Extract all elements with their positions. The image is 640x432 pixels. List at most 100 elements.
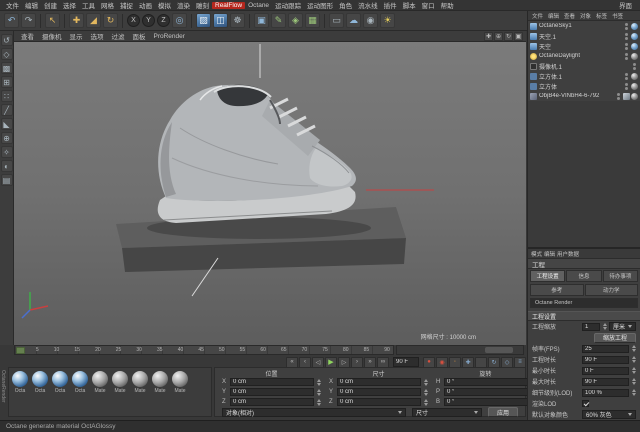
scale-project-button[interactable]: 缩放工程 <box>593 332 636 343</box>
menubar-item[interactable]: 脚本 <box>400 0 419 10</box>
tab-project-settings[interactable]: 工程设置 <box>530 270 566 282</box>
camera-icon[interactable]: ◉ <box>363 13 378 28</box>
visibility-dots[interactable] <box>625 22 628 30</box>
object-row[interactable]: 天空.1 <box>528 31 640 41</box>
project-scale-field[interactable] <box>582 322 600 331</box>
rotation-p-field[interactable] <box>444 388 528 396</box>
timeline-zoom-handle[interactable] <box>485 347 514 353</box>
tab-edit[interactable]: 编辑 <box>544 250 555 258</box>
goto-start-button[interactable]: « <box>286 356 298 368</box>
lod-field[interactable] <box>582 388 629 397</box>
menubar-item[interactable]: 插件 <box>381 0 400 10</box>
make-editable-icon[interactable]: ↺ <box>0 34 13 46</box>
record-parameter-toggle[interactable]: ◇ <box>501 356 513 368</box>
zoom-view-icon[interactable]: ⊕ <box>494 31 503 41</box>
object-manager-empty-area[interactable] <box>528 101 640 247</box>
menubar-item[interactable]: 模拟 <box>155 0 174 10</box>
material-item[interactable]: Octa <box>31 371 49 394</box>
keyframe-selection-button[interactable]: ◦ <box>449 356 461 368</box>
light-icon[interactable]: ☀ <box>380 13 395 28</box>
object-manager-menu-item[interactable]: 编辑 <box>546 12 561 20</box>
enable-axis-icon[interactable]: ⊕ <box>0 132 13 144</box>
material-item[interactable]: Octa <box>11 371 29 394</box>
tab-octane-render[interactable]: Octane Render <box>530 298 638 308</box>
object-manager-menu-item[interactable]: 文件 <box>530 12 545 20</box>
rotation-h-field[interactable] <box>444 378 528 386</box>
goto-end-button[interactable]: » <box>364 356 376 368</box>
tab-info[interactable]: 信息 <box>566 270 602 282</box>
menubar-item[interactable]: 窗口 <box>419 0 438 10</box>
visibility-dots[interactable] <box>625 72 628 80</box>
octane-tag-icon[interactable] <box>631 52 638 60</box>
menubar-item[interactable]: 网格 <box>98 0 117 10</box>
toggle-view-icon[interactable]: ▣ <box>514 31 523 41</box>
render-region-icon[interactable]: ◫ <box>213 13 228 28</box>
spinner-icon[interactable] <box>631 389 636 397</box>
texture-mode-icon[interactable]: ▩ <box>0 62 13 74</box>
undo-icon[interactable]: ↶ <box>4 13 19 28</box>
spinner-icon[interactable] <box>631 367 636 375</box>
tab-mode[interactable]: 模式 <box>531 250 542 258</box>
viewport-menu-item[interactable]: 过滤 <box>108 31 129 41</box>
menubar-item[interactable]: 运动图形 <box>304 0 336 10</box>
default-object-color-dropdown[interactable]: 60% 灰色 <box>582 410 636 419</box>
visibility-dots[interactable] <box>625 32 628 40</box>
polygons-mode-icon[interactable]: ◣ <box>0 118 13 130</box>
frame-number-field[interactable] <box>393 357 419 367</box>
record-scale-toggle[interactable] <box>475 356 487 368</box>
spinner-icon[interactable] <box>423 378 428 386</box>
menubar-item[interactable]: 捕捉 <box>117 0 136 10</box>
transform-mode-dropdown[interactable]: 对象(相对) <box>222 407 406 417</box>
spline-pen-icon[interactable]: ✎ <box>271 13 286 28</box>
menubar-item[interactable]: 运动跟踪 <box>272 0 304 10</box>
axis-x-button[interactable]: X <box>127 14 140 27</box>
menubar-item[interactable]: 角色 <box>336 0 355 10</box>
points-mode-icon[interactable]: ∷ <box>0 90 13 102</box>
axis-z-button[interactable]: Z <box>157 14 170 27</box>
material-tag-icon[interactable] <box>631 92 638 100</box>
min-time-field[interactable] <box>582 366 629 375</box>
object-row[interactable]: OctaneDaylight <box>528 51 640 61</box>
tab-user-data[interactable]: 用户数据 <box>557 250 579 258</box>
material-tag-icon[interactable] <box>631 32 638 40</box>
menubar-item[interactable]: 创建 <box>41 0 60 10</box>
timeline-ruler[interactable]: 0 5 10 15 20 25 30 35 40 45 50 55 60 65 … <box>14 345 394 355</box>
phong-tag-icon[interactable] <box>623 92 630 100</box>
object-row[interactable]: ObjB4e-VINbH4-6-792 <box>528 91 640 101</box>
spinner-icon[interactable] <box>602 323 607 331</box>
live-selection-icon[interactable]: ↖ <box>45 13 60 28</box>
visibility-dots[interactable] <box>633 62 636 70</box>
project-settings-section-header[interactable]: 工程设置 <box>528 311 640 321</box>
menubar-item[interactable]: 渲染 <box>174 0 193 10</box>
viewport-menu-item[interactable]: 显示 <box>66 31 87 41</box>
material-tag-icon[interactable] <box>631 42 638 50</box>
axis-y-button[interactable]: Y <box>142 14 155 27</box>
visibility-dots[interactable] <box>625 82 628 90</box>
menubar-item-octane[interactable]: Octane <box>245 2 272 9</box>
menubar-item[interactable]: 帮助 <box>438 0 457 10</box>
workplane-icon[interactable]: ⊞ <box>0 76 13 88</box>
tab-dynamics[interactable]: 动力学 <box>584 284 638 296</box>
menubar-item[interactable]: 工具 <box>79 0 98 10</box>
model-mode-icon[interactable]: ◇ <box>0 48 13 60</box>
menubar-item[interactable]: 雕刻 <box>193 0 212 10</box>
material-item[interactable]: Octa <box>71 371 89 394</box>
next-key-button[interactable]: › <box>351 356 363 368</box>
visibility-dots[interactable] <box>617 92 620 100</box>
spinner-icon[interactable] <box>631 378 636 386</box>
viewport-canvas[interactable]: 网格尺寸 : 10000 cm <box>14 42 526 345</box>
record-keyframe-button[interactable]: ● <box>423 356 435 368</box>
timeline-zoom-slider[interactable] <box>396 345 524 355</box>
rotate-view-icon[interactable]: ↻ <box>504 31 513 41</box>
scale-tool-icon[interactable]: ◢ <box>86 13 101 28</box>
menubar-item[interactable]: 文件 <box>3 0 22 10</box>
sky-icon[interactable]: ☁ <box>346 13 361 28</box>
floor-icon[interactable]: ▭ <box>329 13 344 28</box>
render-settings-icon[interactable]: ☸ <box>230 13 245 28</box>
material-item[interactable]: Mate <box>111 371 129 394</box>
fps-field[interactable] <box>582 344 629 353</box>
rotation-b-field[interactable] <box>444 398 528 406</box>
visibility-dots[interactable] <box>625 52 628 60</box>
record-pla-toggle[interactable]: ≡ <box>514 356 526 368</box>
material-tag-icon[interactable] <box>631 72 638 80</box>
